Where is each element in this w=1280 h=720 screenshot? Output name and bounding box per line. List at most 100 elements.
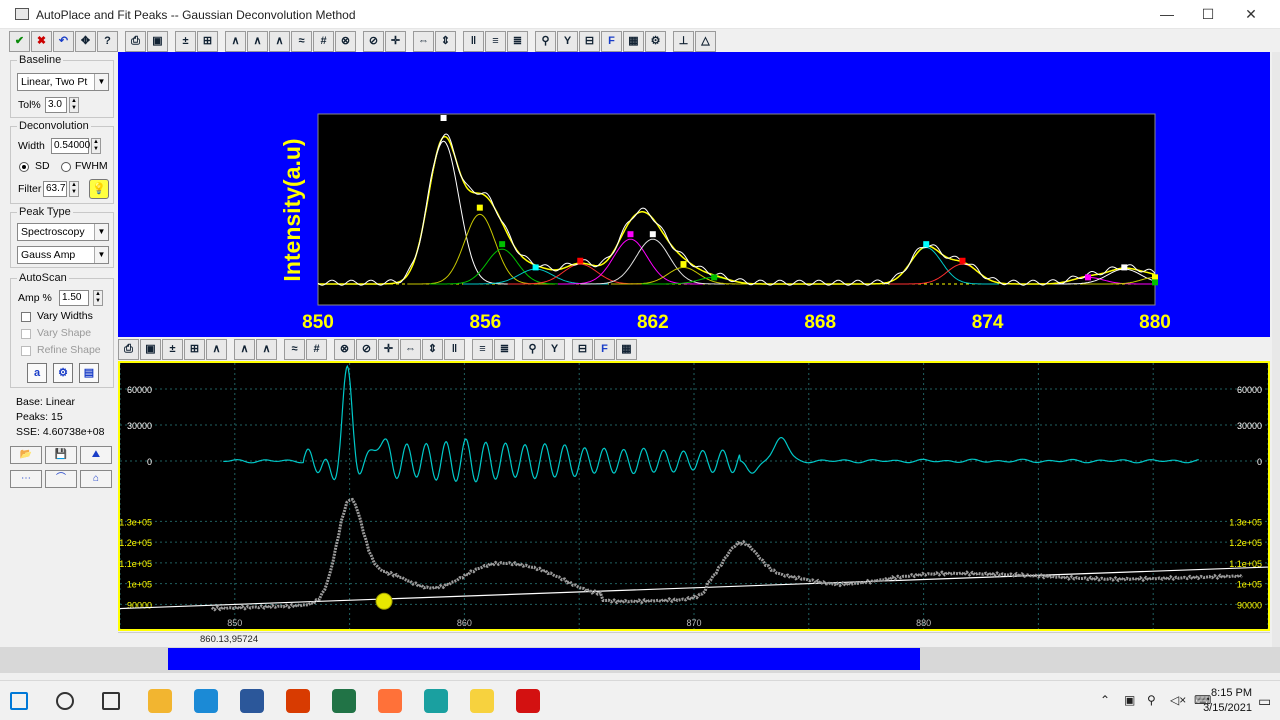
width-spinner[interactable]: ▲ ▼ bbox=[91, 138, 101, 154]
color-icon[interactable]: Y bbox=[557, 31, 578, 52]
save-icon[interactable]: ▣ bbox=[147, 31, 168, 52]
help-icon[interactable]: ? bbox=[97, 31, 118, 52]
print-icon[interactable]: ⎙ bbox=[125, 31, 146, 52]
peak-category-select[interactable]: Spectroscopy ▼ bbox=[17, 223, 109, 241]
list-icon[interactable]: ≣ bbox=[494, 339, 515, 360]
tol-spinner[interactable]: ▲ ▼ bbox=[69, 97, 79, 113]
compress-icon[interactable]: ⇕ bbox=[422, 339, 443, 360]
peak-shape-2-icon[interactable]: ∧ bbox=[247, 31, 268, 52]
edge-icon[interactable] bbox=[194, 689, 218, 713]
peak-shape-1-icon[interactable]: ∧ bbox=[225, 31, 246, 52]
sd-radio[interactable] bbox=[19, 162, 29, 172]
filter-input[interactable]: 63.7 bbox=[43, 181, 67, 197]
fwhm-radio[interactable] bbox=[61, 162, 71, 172]
clock[interactable]: 8:15 PM 3/15/2021 bbox=[1203, 686, 1252, 716]
color-icon[interactable]: Y bbox=[544, 339, 565, 360]
zoom-icon[interactable]: ✛ bbox=[385, 31, 406, 52]
scale-icon[interactable]: ⊟ bbox=[572, 339, 593, 360]
print-icon[interactable]: ⎙ bbox=[118, 339, 139, 360]
dots-icon[interactable]: ⋯ bbox=[10, 470, 42, 488]
add-peak-icon[interactable]: ± bbox=[175, 31, 196, 52]
peak-shape-3-icon[interactable]: ∧ bbox=[256, 339, 277, 360]
baseline-type-select[interactable]: Linear, Two Pt ▼ bbox=[17, 73, 109, 91]
amp-spinner[interactable]: ▲ ▼ bbox=[93, 290, 103, 306]
filter-spinner[interactable]: ▲ ▼ bbox=[69, 181, 79, 197]
accept-icon[interactable]: ✔ bbox=[9, 31, 30, 52]
search-icon[interactable] bbox=[56, 692, 74, 710]
add-baseline-icon[interactable]: ⊞ bbox=[184, 339, 205, 360]
save-icon[interactable]: ▣ bbox=[140, 339, 161, 360]
tol-input[interactable]: 3.0 bbox=[45, 97, 67, 113]
amp-input[interactable]: 1.50 bbox=[59, 290, 89, 306]
move-icon[interactable]: ✥ bbox=[75, 31, 96, 52]
align-icon[interactable]: ≡ bbox=[472, 339, 493, 360]
chevron-up-icon[interactable]: ⌃ bbox=[1100, 693, 1110, 707]
peak-view-icon[interactable]: ⌂ bbox=[80, 470, 112, 488]
peak-shape-4-icon[interactable]: ≈ bbox=[291, 31, 312, 52]
pan-icon[interactable]: ⇔ bbox=[400, 339, 421, 360]
snipping-icon[interactable] bbox=[286, 689, 310, 713]
acrobat-icon[interactable] bbox=[516, 689, 540, 713]
network-icon[interactable]: ▣ bbox=[1124, 693, 1135, 707]
autoscan-settings-icon[interactable]: ⚙ bbox=[53, 363, 73, 383]
maximize-button[interactable]: ☐ bbox=[1193, 4, 1223, 24]
main-plot[interactable]: Intensity(a.u) 850 856 862 868 874 880 bbox=[118, 52, 1270, 337]
peak-shape-5-icon[interactable]: ⊗ bbox=[335, 31, 356, 52]
start-icon[interactable] bbox=[10, 692, 28, 710]
usb-icon[interactable]: ⚲ bbox=[1147, 693, 1156, 707]
autoscan-report-icon[interactable]: ▤ bbox=[79, 363, 99, 383]
align-icon[interactable]: ≡ bbox=[485, 31, 506, 52]
find-icon[interactable]: ⚲ bbox=[535, 31, 556, 52]
grid-icon[interactable]: # bbox=[306, 339, 327, 360]
save-disk-icon[interactable]: 💾 bbox=[45, 446, 77, 464]
notification-icon[interactable]: ▭ bbox=[1258, 693, 1271, 710]
pan-icon[interactable]: ⇔ bbox=[413, 31, 434, 52]
vertical-scrollbar[interactable] bbox=[1272, 52, 1280, 647]
tree-icon[interactable]: ⊥ bbox=[673, 31, 694, 52]
cancel-icon[interactable]: ✖ bbox=[31, 31, 52, 52]
palette-icon[interactable]: ▦ bbox=[623, 31, 644, 52]
find-icon[interactable]: ⚲ bbox=[522, 339, 543, 360]
open-folder-icon[interactable]: 📂 bbox=[10, 446, 42, 464]
font-icon[interactable]: F bbox=[594, 339, 615, 360]
notes-icon[interactable] bbox=[470, 689, 494, 713]
peak-shape-1-icon[interactable]: ∧ bbox=[206, 339, 227, 360]
font-icon[interactable]: F bbox=[601, 31, 622, 52]
add-peak-icon[interactable]: ± bbox=[162, 339, 183, 360]
firefox-icon[interactable] bbox=[378, 689, 402, 713]
lightbulb-icon[interactable]: 💡 bbox=[89, 179, 109, 199]
width-input[interactable]: 0.54000 bbox=[51, 138, 90, 154]
peak-export-icon[interactable]: ⛰ bbox=[80, 446, 112, 464]
close-button[interactable]: ✕ bbox=[1236, 4, 1266, 24]
vary-widths-checkbox[interactable] bbox=[21, 312, 31, 322]
grid-icon[interactable]: # bbox=[313, 31, 334, 52]
word-icon[interactable] bbox=[240, 689, 264, 713]
peak-shape-3-icon[interactable]: ∧ bbox=[269, 31, 290, 52]
compress-icon[interactable]: ⇕ bbox=[435, 31, 456, 52]
excel-icon[interactable] bbox=[332, 689, 356, 713]
zoom-icon[interactable]: ✛ bbox=[378, 339, 399, 360]
volume-icon[interactable]: ◁× bbox=[1170, 693, 1186, 707]
bars-icon[interactable]: ‖ bbox=[463, 31, 484, 52]
palette-icon[interactable]: ▦ bbox=[616, 339, 637, 360]
add-baseline-icon[interactable]: ⊞ bbox=[197, 31, 218, 52]
settings-icon[interactable]: ⚙ bbox=[645, 31, 666, 52]
peak-shape-5-icon[interactable]: ⊗ bbox=[334, 339, 355, 360]
autoscan-a-button[interactable]: a bbox=[27, 363, 47, 383]
scale-icon[interactable]: ⊟ bbox=[579, 31, 600, 52]
minimize-button[interactable]: — bbox=[1152, 4, 1182, 24]
file-explorer-icon[interactable] bbox=[148, 689, 172, 713]
residual-plot[interactable]: 60000 60000 30000 30000 0 0 1.3e+05 1.3e+05 1.2e… bbox=[119, 363, 1269, 629]
peak-shape-6-icon[interactable]: ⊘ bbox=[363, 31, 384, 52]
peak-shape-4-icon[interactable]: ≈ bbox=[284, 339, 305, 360]
bars-icon[interactable]: ‖ bbox=[444, 339, 465, 360]
app-icon[interactable] bbox=[424, 689, 448, 713]
list-icon[interactable]: ≣ bbox=[507, 31, 528, 52]
undo-icon[interactable]: ↶ bbox=[53, 31, 74, 52]
peak-shape-2-icon[interactable]: ∧ bbox=[234, 339, 255, 360]
triangle-icon[interactable]: △ bbox=[695, 31, 716, 52]
peak-shape-6-icon[interactable]: ⊘ bbox=[356, 339, 377, 360]
peak-function-select[interactable]: Gauss Amp ▼ bbox=[17, 246, 109, 264]
taskview-icon[interactable] bbox=[102, 692, 120, 710]
peak-fit-icon[interactable]: ⌒ bbox=[45, 470, 77, 488]
